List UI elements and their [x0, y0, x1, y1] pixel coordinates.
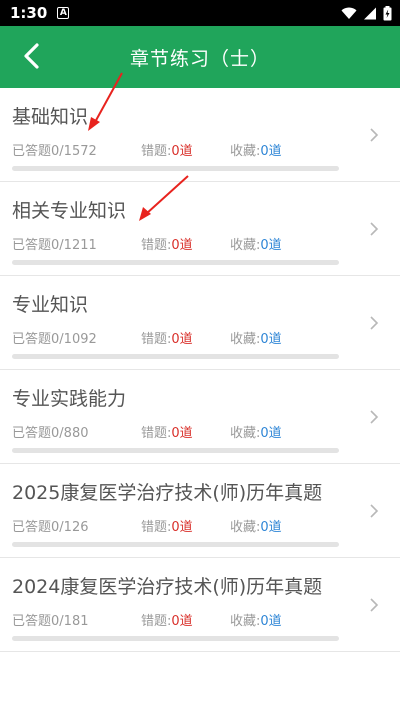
favorites-count: 收藏:0道 [230, 234, 282, 253]
favorites-count: 收藏:0道 [230, 140, 282, 159]
wrong-label: 错题: [141, 332, 172, 347]
chevron-right-icon [370, 222, 379, 236]
progress-bar [12, 354, 339, 359]
battery-icon [383, 5, 392, 20]
answered-label: 已答题 [12, 332, 52, 347]
answered-count: 已答题0/1092 [12, 328, 97, 347]
chapter-title: 2024康复医学治疗技术(师)历年真题 [12, 576, 323, 598]
progress-bar [12, 542, 339, 547]
chapter-item[interactable]: 专业知识 已答题0/1092 错题:0道 收藏:0道 [0, 276, 400, 370]
favorites-value: 0道 [260, 520, 282, 535]
wrong-label: 错题: [141, 144, 172, 159]
answered-label: 已答题 [12, 520, 52, 535]
favorites-label: 收藏: [230, 332, 261, 347]
chevron-right-icon [370, 128, 379, 142]
wrong-count: 错题:0道 [141, 140, 193, 159]
chevron-right-icon [370, 504, 379, 518]
favorites-count: 收藏:0道 [230, 610, 282, 629]
answered-count: 已答题0/126 [12, 516, 88, 535]
wrong-value: 0道 [171, 520, 193, 535]
chapter-item[interactable]: 相关专业知识 已答题0/1211 错题:0道 收藏:0道 [0, 182, 400, 276]
favorites-value: 0道 [260, 332, 282, 347]
wrong-value: 0道 [171, 426, 193, 441]
chapter-item[interactable]: 基础知识 已答题0/1572 错题:0道 收藏:0道 [0, 88, 400, 182]
answered-count: 已答题0/1211 [12, 234, 97, 253]
chapter-item[interactable]: 专业实践能力 已答题0/880 错题:0道 收藏:0道 [0, 370, 400, 464]
answered-label: 已答题 [12, 144, 52, 159]
back-chevron-icon [24, 43, 39, 69]
chapter-title: 基础知识 [12, 106, 89, 128]
answered-label: 已答题 [12, 614, 52, 629]
favorites-value: 0道 [260, 238, 282, 253]
favorites-count: 收藏:0道 [230, 516, 282, 535]
chapter-item[interactable]: 2024康复医学治疗技术(师)历年真题 已答题0/181 错题:0道 收藏:0道 [0, 558, 400, 652]
favorites-label: 收藏: [230, 238, 261, 253]
notification-icon: A [57, 7, 70, 19]
chapter-list: 基础知识 已答题0/1572 错题:0道 收藏:0道 相关专业知识 已答题0/1… [0, 88, 400, 652]
favorites-value: 0道 [260, 614, 282, 629]
chevron-right-icon [370, 316, 379, 330]
answered-value: 0/126 [51, 520, 89, 535]
favorites-value: 0道 [260, 426, 282, 441]
wrong-count: 错题:0道 [141, 234, 193, 253]
wifi-icon [341, 7, 357, 19]
favorites-count: 收藏:0道 [230, 422, 282, 441]
wrong-label: 错题: [141, 614, 172, 629]
chapter-item[interactable]: 2025康复医学治疗技术(师)历年真题 已答题0/126 错题:0道 收藏:0道 [0, 464, 400, 558]
progress-bar [12, 166, 339, 171]
chapter-title: 2025康复医学治疗技术(师)历年真题 [12, 482, 323, 504]
favorites-label: 收藏: [230, 520, 261, 535]
wrong-value: 0道 [171, 332, 193, 347]
wrong-count: 错题:0道 [141, 516, 193, 535]
chapter-title: 专业知识 [12, 294, 89, 316]
answered-count: 已答题0/1572 [12, 140, 97, 159]
title-bar: 章节练习（士） [0, 26, 400, 88]
chevron-right-icon [370, 598, 379, 612]
progress-bar [12, 260, 339, 265]
favorites-count: 收藏:0道 [230, 328, 282, 347]
favorites-label: 收藏: [230, 614, 261, 629]
wrong-value: 0道 [171, 238, 193, 253]
answered-label: 已答题 [12, 238, 52, 253]
answered-value: 0/880 [51, 426, 89, 441]
favorites-value: 0道 [260, 144, 282, 159]
chapter-title: 相关专业知识 [12, 200, 127, 222]
back-button[interactable] [14, 38, 50, 74]
answered-count: 已答题0/181 [12, 610, 88, 629]
favorites-label: 收藏: [230, 426, 261, 441]
chapter-title: 专业实践能力 [12, 388, 127, 410]
wrong-count: 错题:0道 [141, 328, 193, 347]
answered-count: 已答题0/880 [12, 422, 88, 441]
wrong-label: 错题: [141, 520, 172, 535]
progress-bar [12, 636, 339, 641]
page-title: 章节练习（士） [129, 47, 270, 70]
wrong-count: 错题:0道 [141, 610, 193, 629]
answered-value: 0/1572 [51, 144, 97, 159]
answered-value: 0/181 [51, 614, 89, 629]
wrong-value: 0道 [171, 144, 193, 159]
progress-bar [12, 448, 339, 453]
wrong-label: 错题: [141, 426, 172, 441]
wrong-value: 0道 [171, 614, 193, 629]
wrong-count: 错题:0道 [141, 422, 193, 441]
status-time: 1:30 [10, 4, 48, 22]
favorites-label: 收藏: [230, 144, 261, 159]
answered-label: 已答题 [12, 426, 52, 441]
answered-value: 0/1211 [51, 238, 97, 253]
answered-value: 0/1092 [51, 332, 97, 347]
chevron-right-icon [370, 410, 379, 424]
status-bar: 1:30 A [0, 0, 400, 26]
wrong-label: 错题: [141, 238, 172, 253]
signal-icon [364, 7, 376, 19]
